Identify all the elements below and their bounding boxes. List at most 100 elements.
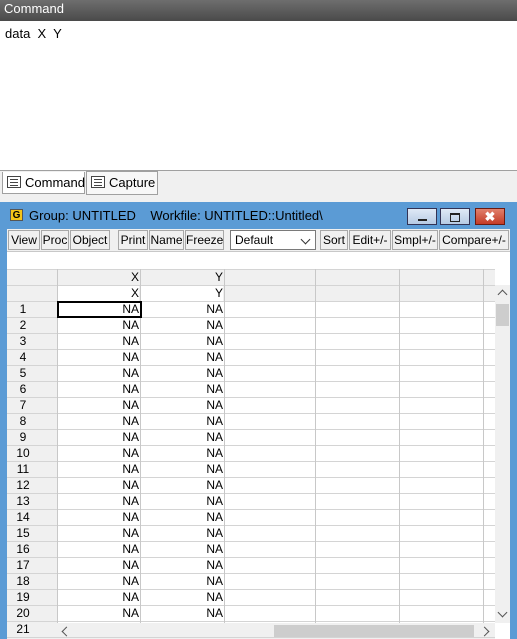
cell-y[interactable]: NA (141, 349, 223, 365)
horizontal-scroll-thumb[interactable] (274, 625, 474, 637)
row-number[interactable]: 9 (7, 429, 39, 445)
cell-x[interactable]: NA (57, 365, 139, 381)
cell-y[interactable]: NA (141, 445, 223, 461)
display-type-select[interactable]: Default (230, 230, 316, 250)
column-subheader-x[interactable]: X (57, 285, 139, 301)
cell-y[interactable]: NA (141, 461, 223, 477)
cell-x[interactable]: NA (57, 349, 139, 365)
tab-capture[interactable]: Capture (86, 171, 158, 195)
cell-x[interactable] (57, 621, 139, 637)
row-number[interactable]: 11 (7, 461, 39, 477)
cell-x[interactable]: NA (57, 317, 139, 333)
cell-x[interactable]: NA (57, 541, 139, 557)
scroll-down-icon[interactable] (497, 607, 508, 618)
grid-row-line (7, 637, 495, 638)
column-header-x[interactable]: X (57, 269, 139, 285)
cell-edit-line[interactable] (7, 251, 510, 271)
cell-y[interactable]: NA (141, 605, 223, 621)
cell-y[interactable]: NA (141, 333, 223, 349)
cell-y[interactable] (141, 621, 223, 637)
cell-y[interactable]: NA (141, 477, 223, 493)
cell-x[interactable]: NA (57, 509, 139, 525)
row-number[interactable]: 14 (7, 509, 39, 525)
row-number[interactable]: 1 (7, 301, 39, 317)
tab-command[interactable]: Command (2, 172, 85, 194)
cell-y[interactable]: NA (141, 381, 223, 397)
grid-column-line (315, 269, 316, 623)
cell-y[interactable]: NA (141, 397, 223, 413)
grid-column-line (483, 269, 484, 623)
cell-x[interactable]: NA (57, 557, 139, 573)
cell-y[interactable]: NA (141, 557, 223, 573)
row-number[interactable]: 3 (7, 333, 39, 349)
row-number[interactable]: 19 (7, 589, 39, 605)
compare-toggle-button[interactable]: Compare+/- (439, 230, 509, 250)
row-number[interactable]: 21 (7, 621, 39, 637)
row-number[interactable]: 17 (7, 557, 39, 573)
sort-button[interactable]: Sort (320, 230, 348, 250)
cell-x[interactable]: NA (57, 429, 139, 445)
cell-y[interactable]: NA (141, 429, 223, 445)
cell-y[interactable]: NA (141, 509, 223, 525)
close-button[interactable]: ✖ (475, 208, 505, 225)
column-subheader-y[interactable]: Y (141, 285, 223, 301)
cell-x[interactable]: NA (57, 461, 139, 477)
cell-y[interactable]: NA (141, 301, 223, 317)
cell-y[interactable]: NA (141, 317, 223, 333)
cell-y[interactable]: NA (141, 413, 223, 429)
proc-button[interactable]: Proc (41, 230, 69, 250)
vertical-scrollbar[interactable] (495, 285, 510, 623)
row-number[interactable]: 7 (7, 397, 39, 413)
print-button[interactable]: Print (118, 230, 148, 250)
row-number[interactable]: 4 (7, 349, 39, 365)
grid-row-line (7, 365, 495, 366)
cell-x[interactable]: NA (57, 573, 139, 589)
object-button[interactable]: Object (70, 230, 110, 250)
row-number[interactable]: 20 (7, 605, 39, 621)
cell-y[interactable]: NA (141, 589, 223, 605)
cell-x[interactable]: NA (57, 445, 139, 461)
grid-row-line (7, 397, 495, 398)
row-number[interactable]: 2 (7, 317, 39, 333)
freeze-button[interactable]: Freeze (185, 230, 224, 250)
cell-x[interactable]: NA (57, 605, 139, 621)
cell-x[interactable]: NA (57, 525, 139, 541)
vertical-scroll-thumb[interactable] (496, 304, 509, 326)
row-number[interactable]: 5 (7, 365, 39, 381)
row-number[interactable]: 6 (7, 381, 39, 397)
row-number[interactable]: 15 (7, 525, 39, 541)
command-input-area[interactable]: data X Y (0, 21, 517, 170)
cell-x[interactable]: NA (57, 493, 139, 509)
row-number[interactable]: 10 (7, 445, 39, 461)
cell-x[interactable]: NA (57, 589, 139, 605)
maximize-button[interactable] (440, 208, 470, 225)
row-number[interactable]: 16 (7, 541, 39, 557)
row-number[interactable]: 18 (7, 573, 39, 589)
cell-y[interactable]: NA (141, 365, 223, 381)
row-number[interactable]: 13 (7, 493, 39, 509)
cell-x[interactable]: NA (57, 381, 139, 397)
row-number[interactable]: 8 (7, 413, 39, 429)
cell-x[interactable]: NA (57, 413, 139, 429)
command-text[interactable]: data X Y (5, 26, 62, 41)
grid-row-line (7, 349, 495, 350)
name-button[interactable]: Name (149, 230, 184, 250)
cell-x[interactable]: NA (57, 333, 139, 349)
cell-y[interactable]: NA (141, 525, 223, 541)
column-header-y[interactable]: Y (141, 269, 223, 285)
cell-x[interactable]: NA (57, 397, 139, 413)
command-tab-icon (7, 176, 21, 188)
cell-y[interactable]: NA (141, 493, 223, 509)
view-button[interactable]: View (8, 230, 40, 250)
smpl-toggle-button[interactable]: Smpl+/- (392, 230, 438, 250)
cell-y[interactable]: NA (141, 573, 223, 589)
edit-toggle-button[interactable]: Edit+/- (349, 230, 391, 250)
cell-x[interactable]: NA (57, 477, 139, 493)
scroll-up-icon[interactable] (497, 289, 508, 300)
minimize-button[interactable] (407, 208, 437, 225)
scroll-right-icon[interactable] (479, 626, 490, 637)
group-window-titlebar[interactable]: G Group: UNTITLED Workfile: UNTITLED::Un… (0, 202, 517, 229)
row-number[interactable]: 12 (7, 477, 39, 493)
cell-y[interactable]: NA (141, 541, 223, 557)
chevron-down-icon (300, 234, 311, 245)
